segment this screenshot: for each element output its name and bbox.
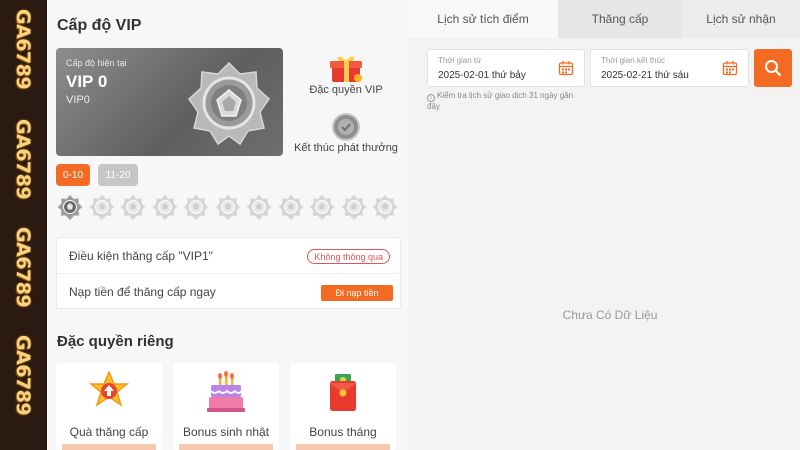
end-date-value: 2025-02-21 thứ sáu <box>601 70 689 81</box>
deposit-label: Nạp tiền để thăng cấp ngay <box>69 285 216 299</box>
end-reward[interactable]: Kết thúc phát thưởng <box>291 102 401 157</box>
level-medal-icon <box>246 194 272 221</box>
start-date-field[interactable]: Thời gian từ 2025-02-01 thứ bảy <box>427 49 585 87</box>
deposit-button[interactable]: Đi nạp tiền <box>321 285 393 301</box>
vip-medals-row <box>57 194 407 224</box>
level-medal-icon <box>340 194 367 221</box>
end-date-label: Thời gian kết thúc <box>601 56 665 65</box>
date-range-hint: i Kiểm tra lịch sử giao dịch 31 ngày gần … <box>427 91 574 111</box>
vip-level-card: Cấp độ hiện tại VIP 0 VIP0 <box>56 48 283 156</box>
red-envelope-icon <box>330 374 356 411</box>
calendar-icon[interactable] <box>722 60 738 76</box>
level-medal-icon <box>57 194 83 221</box>
start-date-value: 2025-02-01 thứ bảy <box>438 70 526 81</box>
vip-privilege[interactable]: Đặc quyền VIP <box>291 40 401 100</box>
side-brand-strip: GA6789 GA6789 GA6789 GA6789 <box>0 0 47 450</box>
tab-upgrade[interactable]: Thăng cấp <box>558 0 682 38</box>
perk-label: Bonus tháng <box>309 425 377 439</box>
history-tabs: Lịch sử tích điểm Thăng cấp Lịch sử nhận <box>408 0 800 38</box>
level-medal-icon <box>214 194 241 221</box>
birthday-cake-icon <box>207 371 245 412</box>
calendar-icon[interactable] <box>558 60 574 76</box>
current-level-sub: VIP0 <box>66 94 90 106</box>
current-level: VIP 0 <box>66 72 108 91</box>
vip-medal-icon <box>188 61 270 146</box>
perk-card-monthly[interactable]: Bonus tháng <box>290 363 396 450</box>
tab-claim-history[interactable]: Lịch sử nhận <box>682 0 800 38</box>
level-medal-icon <box>88 194 115 221</box>
star-arrow-icon <box>89 371 129 407</box>
upgrade-conditions: Điều kiện thăng cấp "VIP1" Không thông q… <box>56 237 401 309</box>
condition-label: Điều kiện thăng cấp "VIP1" <box>69 249 213 263</box>
current-level-label: Cấp độ hiện tại <box>66 58 127 68</box>
brand-logo: GA6789 <box>12 334 35 416</box>
tab-points-history[interactable]: Lịch sử tích điểm <box>408 0 558 38</box>
start-date-label: Thời gian từ <box>438 56 482 65</box>
condition-status-badge: Không thông qua <box>307 249 390 264</box>
range-tab-0-10[interactable]: 0-10 <box>56 164 90 186</box>
brand-logo: GA6789 <box>12 118 35 200</box>
vip-panel: Cấp độ VIP Cấp độ hiện tại VIP 0 VIP0 Đặ… <box>47 0 408 450</box>
empty-state: Chưa Có Dữ Liệu <box>562 308 658 322</box>
search-icon <box>765 60 782 77</box>
coin-icon <box>332 113 360 141</box>
perk-label: Bonus sinh nhật <box>182 425 270 439</box>
end-reward-label: Kết thúc phát thưởng <box>294 142 398 154</box>
level-medal-icon <box>277 194 304 221</box>
perk-card-birthday[interactable]: Bonus sinh nhật <box>173 363 279 450</box>
perk-action-bar[interactable] <box>179 444 273 450</box>
perks-title: Đặc quyền riêng <box>57 333 174 350</box>
level-medal-icon <box>151 194 178 221</box>
perk-label: Quà thăng cấp <box>69 425 149 439</box>
search-button[interactable] <box>754 49 792 87</box>
condition-row: Điều kiện thăng cấp "VIP1" Không thông q… <box>57 238 400 274</box>
end-date-field[interactable]: Thời gian kết thúc 2025-02-21 thứ sáu <box>590 49 749 87</box>
brand-logo: GA6789 <box>12 226 35 308</box>
perk-action-bar[interactable] <box>62 444 156 450</box>
perk-card-upgrade-gift[interactable]: Quà thăng cấp <box>56 363 162 450</box>
level-medal-icon <box>372 194 398 221</box>
perk-action-bar[interactable] <box>296 444 390 450</box>
level-medal-icon <box>120 194 146 221</box>
brand-logo: GA6789 <box>12 8 35 90</box>
level-medal-icon <box>309 194 335 221</box>
info-icon: i <box>427 94 435 102</box>
range-tab-11-20[interactable]: 11-20 <box>98 164 138 186</box>
history-panel: Lịch sử tích điểm Thăng cấp Lịch sử nhận… <box>408 0 800 450</box>
deposit-row: Nạp tiền để thăng cấp ngay Đi nạp tiền <box>57 274 400 310</box>
vip-title: Cấp độ VIP <box>57 17 142 34</box>
gift-box-icon <box>330 56 362 82</box>
vip-privilege-label: Đặc quyền VIP <box>309 84 383 96</box>
level-medal-icon <box>183 194 209 221</box>
